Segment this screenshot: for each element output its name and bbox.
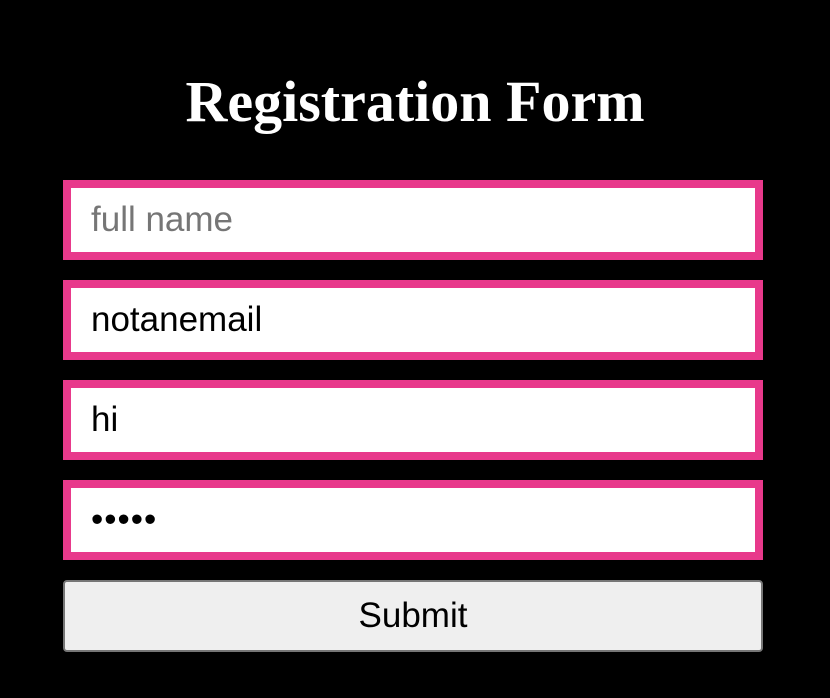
page-title: Registration Form <box>185 69 645 134</box>
submit-button[interactable]: Submit <box>63 580 763 652</box>
text-input[interactable] <box>63 380 763 460</box>
full-name-input[interactable] <box>63 180 763 260</box>
email-input[interactable] <box>63 280 763 360</box>
registration-page: Registration Form Submit <box>0 0 830 698</box>
password-input[interactable] <box>63 480 763 560</box>
